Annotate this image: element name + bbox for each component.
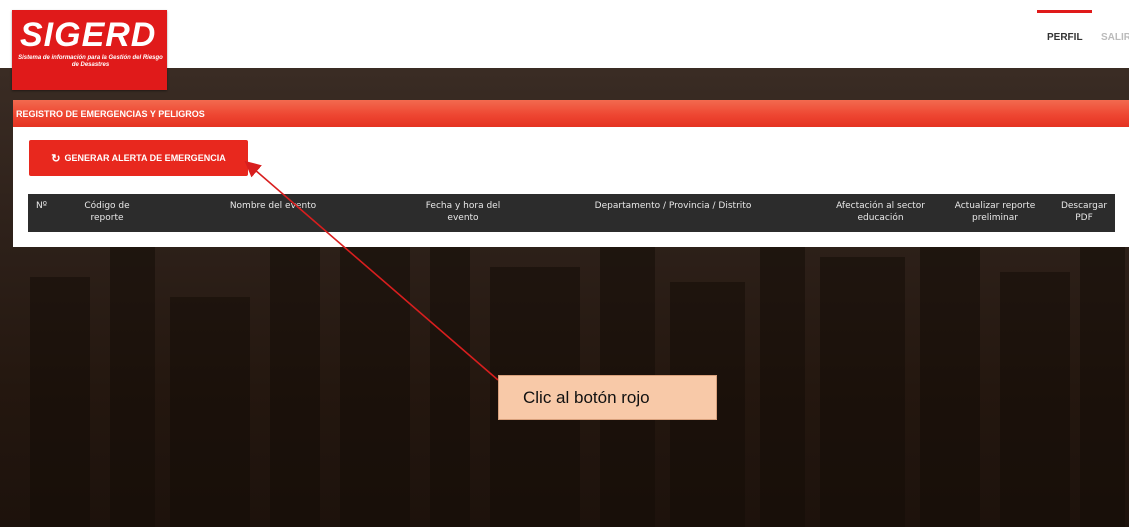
logo-title: SIGERD [20,16,157,54]
sigerd-logo[interactable]: SIGERD Sistema de información para la Ge… [12,10,167,90]
col-ubicacion: Departamento / Provincia / Distrito [594,201,752,211]
col-nombre-evento: Nombre del evento [229,201,317,211]
alert-button-label: GENERAR ALERTA DE EMERGENCIA [64,153,226,163]
col-numero: Nº [36,201,47,211]
col-afectacion: Afectación al sector educación [836,201,925,223]
col-actualizar: Actualizar reporte preliminar [954,201,1036,223]
nav-salir[interactable]: SALIR [1101,32,1129,43]
active-nav-indicator [1037,10,1092,13]
top-bar: PERFIL SALIR [0,0,1129,68]
table-header: Nº Código de reporte Nombre del evento F… [28,194,1115,232]
refresh-icon: ↻ [51,152,61,165]
nav-perfil[interactable]: PERFIL [1047,32,1083,43]
col-codigo-reporte: Código de reporte [84,201,130,223]
panel-title: REGISTRO DE EMERGENCIAS Y PELIGROS [16,109,205,119]
annotation-callout: Clic al botón rojo [498,375,717,420]
emergency-register-panel: REGISTRO DE EMERGENCIAS Y PELIGROS ↻ GEN… [13,100,1129,247]
col-descargar-pdf: Descargar PDF [1060,201,1108,223]
panel-header: REGISTRO DE EMERGENCIAS Y PELIGROS [13,100,1129,127]
col-fecha-hora: Fecha y hora del evento [425,201,501,223]
generate-emergency-alert-button[interactable]: ↻ GENERAR ALERTA DE EMERGENCIA [29,140,248,176]
logo-subtitle: Sistema de información para la Gestión d… [18,55,163,68]
